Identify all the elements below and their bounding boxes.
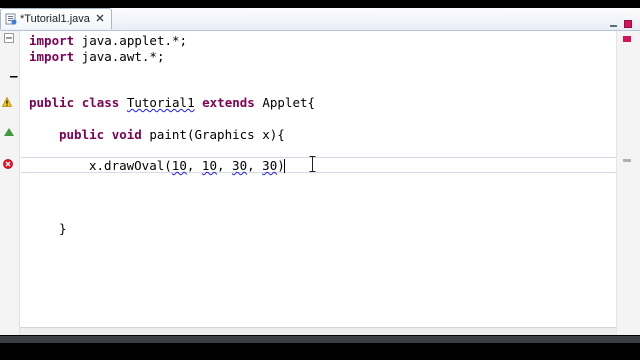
- code-line-4: public class Tutorial1 extends Applet{: [29, 96, 315, 110]
- code-text: paint(Graphics x){: [141, 127, 285, 142]
- keyword: import: [29, 49, 75, 64]
- window-top-edge: [0, 0, 640, 8]
- fold-dash: –: [10, 68, 18, 83]
- argument: 30: [262, 158, 278, 173]
- overview-marker[interactable]: [623, 159, 631, 162]
- argument: 10: [171, 158, 187, 173]
- editor-tab-strip: *Tutorial1.java: [0, 8, 640, 31]
- error-overview-marker[interactable]: [623, 36, 631, 42]
- code-text: ,: [247, 158, 263, 173]
- argument: 10: [201, 158, 217, 173]
- fold-marker-icon[interactable]: [4, 33, 14, 43]
- code-text: ,: [216, 158, 233, 173]
- overview-ruler[interactable]: [616, 31, 640, 335]
- keyword: public: [59, 127, 105, 142]
- keyword: class: [81, 95, 120, 110]
- code-line-5: public void paint(Graphics x){: [59, 128, 285, 142]
- code-editor[interactable]: import java.applet.*; import java.awt.*;…: [0, 31, 640, 335]
- code-line-7: }: [59, 222, 67, 236]
- code-text: x.drawOval(: [89, 158, 172, 173]
- code-line-6: x.drawOval(10, 10, 30, 30): [89, 159, 285, 173]
- editor-tab-label: *Tutorial1.java: [20, 13, 90, 25]
- class-name: Tutorial1: [126, 95, 195, 110]
- keyword: public: [29, 95, 75, 110]
- editor-tab-icon: [5, 13, 17, 25]
- code-line-1: import java.applet.*;: [29, 34, 187, 48]
- override-icon[interactable]: [4, 127, 14, 137]
- argument: 30: [232, 158, 248, 173]
- keyword: extends: [202, 95, 255, 110]
- code-text: ,: [186, 158, 202, 173]
- taskbar-strip: [0, 336, 640, 343]
- editor-tab[interactable]: *Tutorial1.java: [0, 8, 112, 29]
- maximize-icon[interactable]: [624, 13, 632, 28]
- text-caret: [284, 159, 285, 173]
- code-text: java.applet.*;: [74, 33, 188, 48]
- ibeam-cursor-icon: [309, 156, 316, 172]
- code-text: Applet{: [254, 95, 316, 110]
- error-icon[interactable]: [3, 159, 13, 169]
- keyword: void: [111, 127, 142, 142]
- taskbar: [0, 335, 640, 360]
- minimize-icon[interactable]: [610, 13, 618, 27]
- code-text: java.awt.*;: [74, 49, 165, 64]
- code-line-2: import java.awt.*;: [29, 50, 164, 64]
- editor-window-controls: [606, 13, 636, 28]
- screen: *Tutorial1.java import java.applet.*; im…: [0, 0, 640, 360]
- tab-close-icon[interactable]: [95, 13, 105, 23]
- code-line-3: –: [10, 69, 18, 83]
- keyword: import: [29, 33, 75, 48]
- warning-icon[interactable]: [2, 97, 12, 107]
- horizontal-scrollbar[interactable]: [20, 327, 618, 335]
- code-text: }: [59, 221, 67, 236]
